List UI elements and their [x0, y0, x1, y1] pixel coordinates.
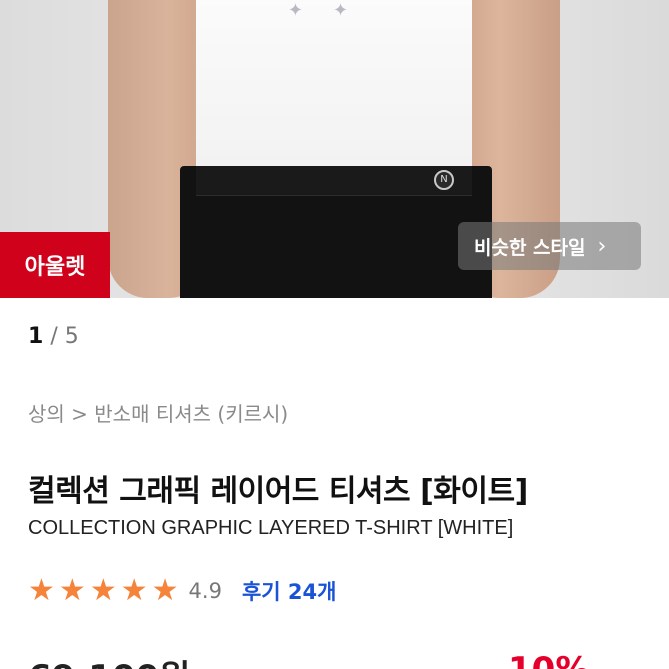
pager-current: 1	[28, 324, 44, 349]
rating-row: ★ ★ ★ ★ ★ 4.9 후기 24개	[28, 574, 336, 608]
star-icon: ★	[151, 573, 179, 608]
chevron-right-icon: ›	[597, 233, 607, 259]
product-title: 컬렉션 그래픽 레이어드 티셔츠 [화이트]	[28, 474, 528, 509]
model-shirt	[196, 0, 472, 172]
brand-logo-button: N	[434, 170, 454, 190]
star-icon: ★	[89, 573, 117, 608]
shirt-graphic: ✦✦	[287, 0, 379, 21]
star-icon: ★	[28, 573, 55, 608]
similar-style-label: 비슷한 스타일	[474, 236, 586, 259]
image-pager: 1 / 5	[28, 324, 79, 349]
pager-total: 5	[64, 324, 79, 349]
discount-rate: 10%	[508, 650, 589, 669]
outlet-badge: 아울렛	[0, 232, 110, 298]
reviews-link[interactable]: 후기 24개	[242, 576, 337, 606]
pager-separator: /	[50, 324, 58, 349]
price: 69,100원	[28, 650, 190, 669]
breadcrumb[interactable]: 상의 > 반소매 티셔츠 (키르시)	[28, 398, 288, 427]
rating-stars: ★ ★ ★ ★ ★	[28, 576, 183, 606]
star-icon: ★	[58, 573, 86, 608]
skirt-waistband	[196, 166, 472, 196]
rating-score: 4.9	[188, 579, 222, 603]
star-icon: ★	[120, 573, 148, 608]
product-title-english: COLLECTION GRAPHIC LAYERED T-SHIRT [WHIT…	[28, 517, 514, 539]
similar-style-button[interactable]: 비슷한 스타일 ›	[458, 222, 641, 270]
